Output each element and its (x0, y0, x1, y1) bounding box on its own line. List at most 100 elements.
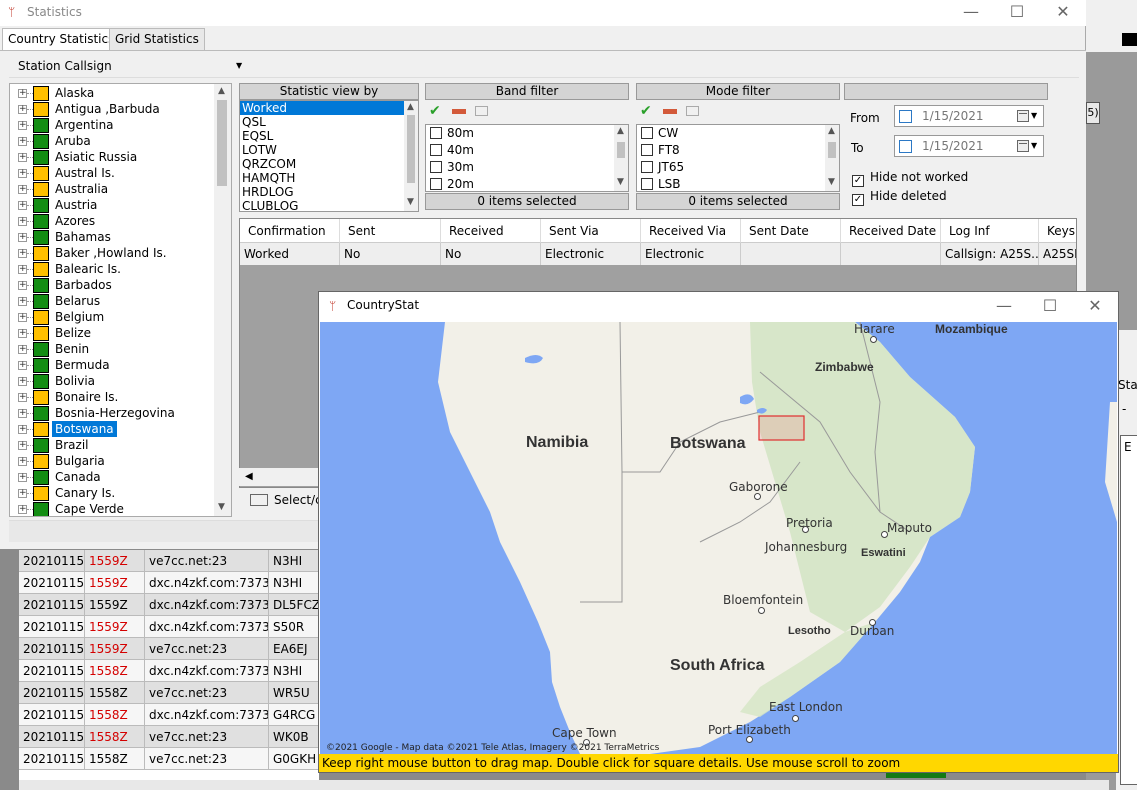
expand-icon[interactable]: + (18, 153, 27, 162)
tree-item[interactable]: + Bosnia-Herzegovina (10, 405, 215, 421)
table-row[interactable]: 20210115 1558Z dxc.n4zkf.com:7373 N3HI (19, 660, 319, 682)
invert-selection-icon[interactable] (686, 106, 699, 116)
tree-item[interactable]: + Alaska (10, 85, 215, 101)
tree-item[interactable]: + Botswana (10, 421, 215, 437)
expand-icon[interactable]: + (18, 169, 27, 178)
expand-icon[interactable]: + (18, 185, 27, 194)
tree-item[interactable]: + Brazil (10, 437, 215, 453)
country-tree[interactable]: + Alaska + Antigua ,Barbuda + Argentina + Aruba… (9, 83, 232, 517)
band-option[interactable]: 20m (428, 176, 628, 191)
expand-icon[interactable]: + (18, 281, 27, 290)
expand-icon[interactable]: + (18, 393, 27, 402)
expand-icon[interactable]: + (18, 425, 27, 434)
checkbox[interactable] (641, 178, 653, 190)
statistic-view-list[interactable]: Worked QSL EQSL LOTW QRZCOM HAMQTH HRDLOG CLUBL… (239, 100, 419, 212)
scroll-up-icon[interactable]: ▲ (218, 86, 225, 96)
tree-item[interactable]: + Baker ,Howland Is. (10, 245, 215, 261)
column-header[interactable]: Sent (340, 219, 441, 243)
statistics-titlebar[interactable]: ᛘ Statistics — ☐ ✕ (0, 0, 1086, 26)
grid-cell[interactable]: No (340, 243, 441, 265)
band-option[interactable]: 80m (428, 125, 628, 142)
tree-item[interactable]: + Azores (10, 213, 215, 229)
view-option[interactable]: HAMQTH (240, 171, 418, 185)
tree-item[interactable]: + Austria (10, 197, 215, 213)
tree-item[interactable]: + Belgium (10, 309, 215, 325)
mode-option[interactable]: LSB (639, 176, 839, 191)
highlight-square[interactable] (758, 415, 805, 441)
column-header[interactable]: Keys (1039, 219, 1076, 243)
view-option[interactable]: LOTW (240, 143, 418, 157)
maximize-button[interactable]: ☐ (1027, 294, 1073, 320)
minimize-button[interactable]: — (981, 294, 1027, 320)
tab-grid-statistics[interactable]: Grid Statistics (109, 28, 205, 50)
grid-cell[interactable]: Worked (240, 243, 340, 265)
tree-item[interactable]: + Cape Verde (10, 501, 215, 516)
table-row[interactable]: 20210115 1558Z ve7cc.net:23 WR5U (19, 682, 319, 704)
minimize-button[interactable]: — (948, 0, 994, 26)
tree-item[interactable]: + Argentina (10, 117, 215, 133)
scroll-left-icon[interactable]: ◀ (245, 471, 253, 482)
close-button[interactable]: ✕ (1040, 0, 1086, 26)
tree-item[interactable]: + Aruba (10, 133, 215, 149)
checkbox[interactable] (430, 178, 442, 190)
column-header[interactable]: Sent Via (541, 219, 641, 243)
table-row[interactable]: 20210115 1559Z ve7cc.net:23 EA6EJ (19, 638, 319, 660)
tree-item[interactable]: + Bahamas (10, 229, 215, 245)
close-button[interactable]: ✕ (1072, 294, 1118, 320)
grid-cell[interactable] (741, 243, 841, 265)
grid-horizontal-scrollbar[interactable]: ◀ (239, 468, 319, 486)
tree-item[interactable]: + Canary Is. (10, 485, 215, 501)
column-header[interactable]: Received (441, 219, 541, 243)
expand-icon[interactable]: + (18, 505, 27, 514)
expand-icon[interactable]: + (18, 345, 27, 354)
scroll-down-icon[interactable]: ▼ (828, 177, 835, 187)
scroll-thumb[interactable] (828, 142, 836, 158)
column-header[interactable]: Received Date (841, 219, 941, 243)
expand-icon[interactable]: + (18, 329, 27, 338)
checkbox-checked-icon[interactable]: ✓ (852, 175, 864, 187)
from-date-picker[interactable]: 1/15/2021 ▼ (894, 105, 1044, 127)
checkbox[interactable] (641, 161, 653, 173)
view-option[interactable]: Worked (240, 101, 418, 115)
background-button[interactable]: 5) (1086, 102, 1100, 124)
map-view[interactable]: Namibia Botswana South Africa Zimbabwe M… (320, 322, 1117, 754)
invert-selection-icon[interactable] (475, 106, 488, 116)
tree-item[interactable]: + Balearic Is. (10, 261, 215, 277)
chevron-down-icon[interactable]: ▼ (1031, 141, 1037, 150)
calendar-icon[interactable] (1017, 110, 1029, 122)
expand-icon[interactable]: + (18, 265, 27, 274)
scroll-thumb[interactable] (217, 100, 227, 186)
band-option[interactable]: 30m (428, 159, 628, 176)
expand-icon[interactable]: + (18, 377, 27, 386)
band-option[interactable]: 40m (428, 142, 628, 159)
mode-option[interactable]: CW (639, 125, 839, 142)
expand-icon[interactable]: + (18, 297, 27, 306)
chevron-down-icon[interactable]: ▼ (1031, 111, 1037, 120)
scroll-up-icon[interactable]: ▲ (407, 102, 414, 112)
table-row[interactable]: 20210115 1559Z dxc.n4zkf.com:7373 S50R (19, 616, 319, 638)
mode-scrollbar[interactable]: ▲ ▼ (825, 125, 839, 191)
table-row[interactable]: 20210115 1558Z ve7cc.net:23 WK0B (19, 726, 319, 748)
checkbox[interactable] (641, 144, 653, 156)
uncheck-all-icon[interactable] (663, 109, 677, 114)
expand-icon[interactable]: + (18, 313, 27, 322)
view-option[interactable]: EQSL (240, 129, 418, 143)
tree-item[interactable]: + Bermuda (10, 357, 215, 373)
tree-item[interactable]: + Barbados (10, 277, 215, 293)
scroll-thumb[interactable] (407, 115, 415, 183)
scroll-up-icon[interactable]: ▲ (828, 126, 835, 136)
hide-deleted-option[interactable]: ✓ Hide deleted (852, 189, 947, 206)
tree-item[interactable]: + Asiatic Russia (10, 149, 215, 165)
grid-cell[interactable]: Callsign: A25S... (941, 243, 1039, 265)
to-date-checkbox[interactable] (899, 140, 912, 153)
view-option[interactable]: QSL (240, 115, 418, 129)
tree-item[interactable]: + Bulgaria (10, 453, 215, 469)
expand-icon[interactable]: + (18, 217, 27, 226)
tree-item[interactable]: + Bonaire Is. (10, 389, 215, 405)
column-header[interactable]: Confirmation (240, 219, 340, 243)
grid-cell[interactable] (841, 243, 941, 265)
countrystat-titlebar[interactable]: ᛘ CountryStat — ☐ ✕ (319, 292, 1118, 321)
scroll-down-icon[interactable]: ▼ (218, 502, 225, 512)
tree-item[interactable]: + Belize (10, 325, 215, 341)
checkbox[interactable] (430, 161, 442, 173)
